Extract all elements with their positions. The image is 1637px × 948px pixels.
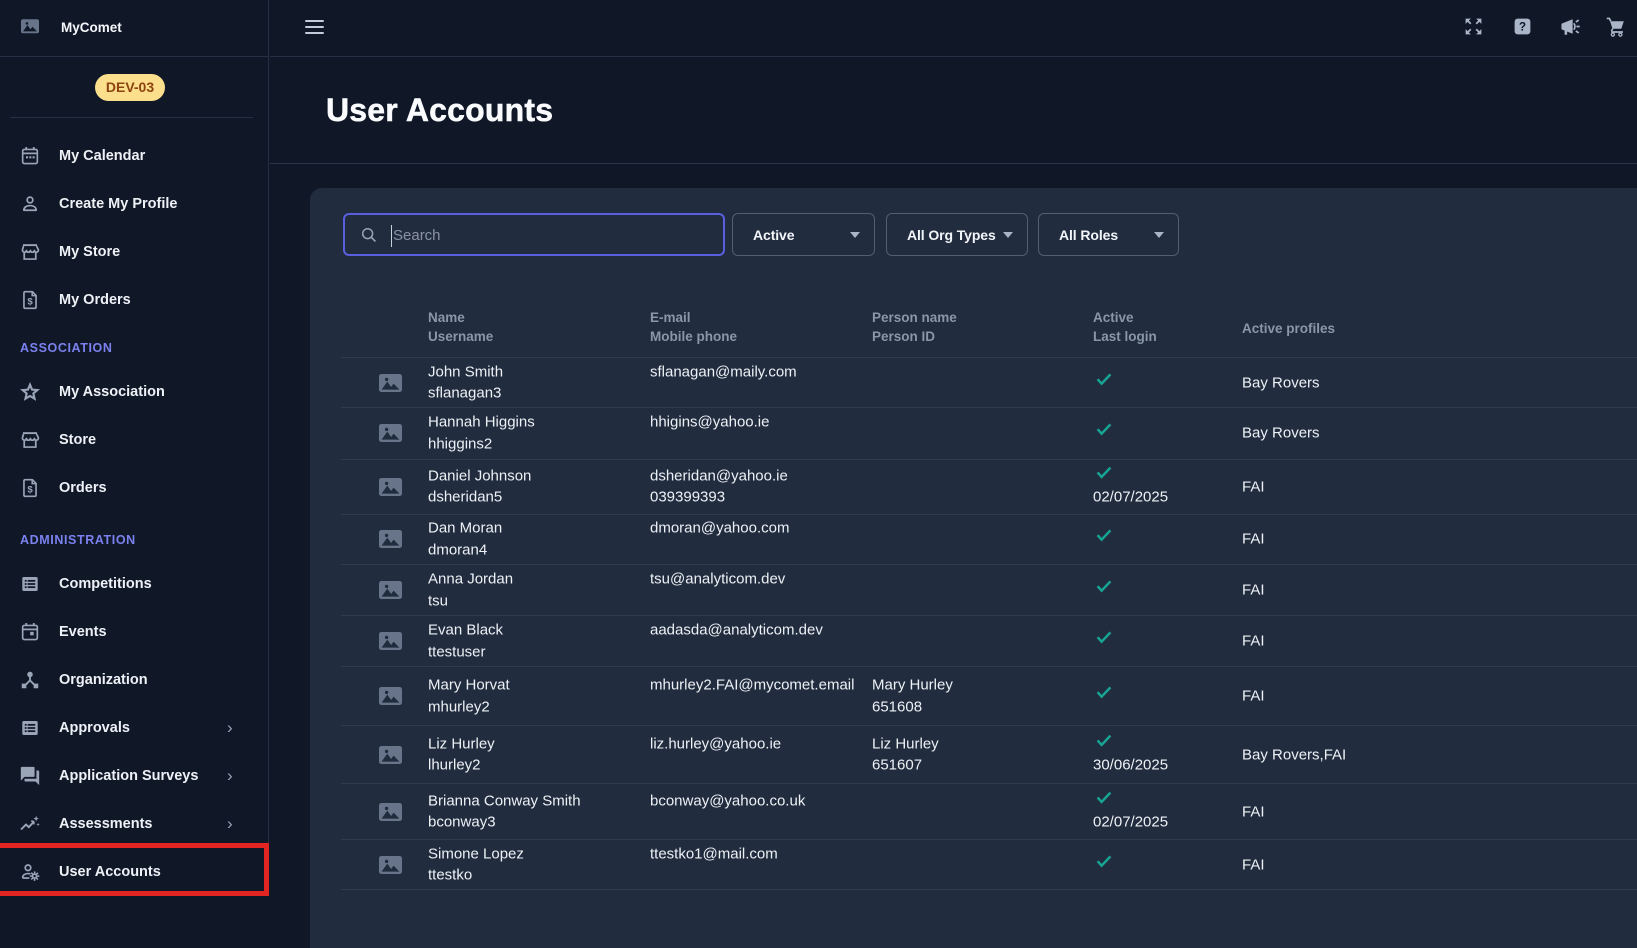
svg-text:$: $ — [27, 297, 33, 308]
svg-text:?: ? — [1519, 20, 1526, 34]
svg-text:$: $ — [27, 485, 33, 496]
